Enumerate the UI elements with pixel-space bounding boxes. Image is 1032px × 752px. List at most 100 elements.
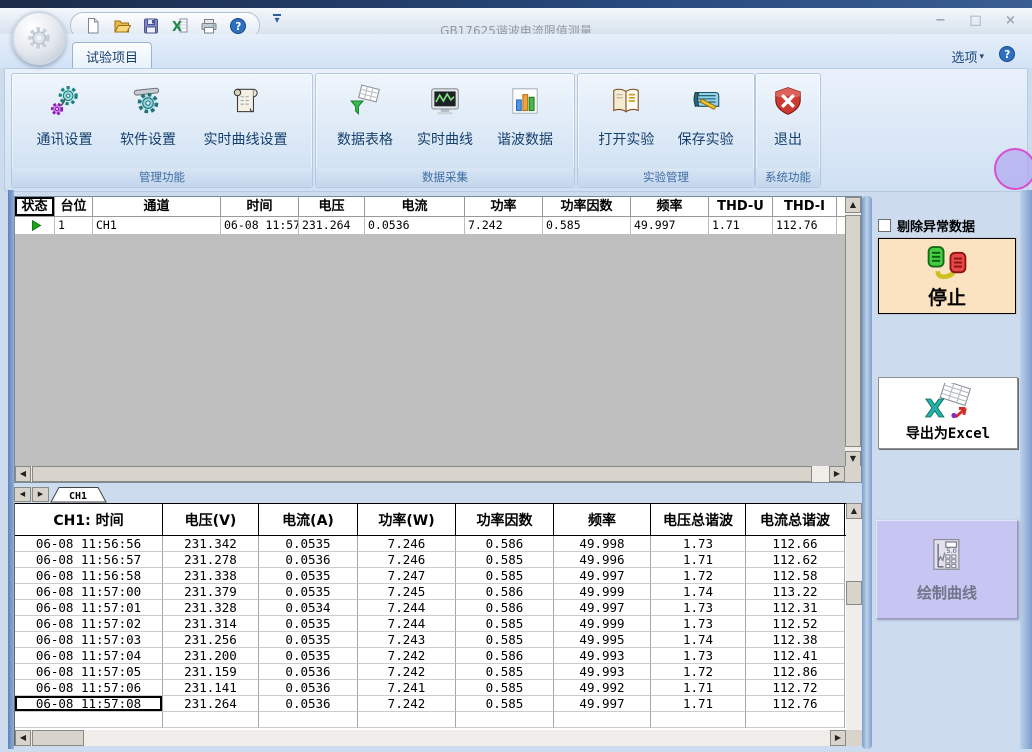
- options-menu[interactable]: 选项 ▾: [951, 47, 984, 66]
- history-cell[interactable]: 1.72: [651, 664, 746, 680]
- live-table-vscrollbar[interactable]: ▲▼: [845, 197, 861, 467]
- history-cell[interactable]: 0.0536: [259, 552, 358, 568]
- history-cell[interactable]: 0.0535: [259, 536, 358, 552]
- history-cell[interactable]: 112.62: [746, 552, 845, 568]
- history-cell[interactable]: 7.242: [358, 664, 456, 680]
- new-file-icon[interactable]: [83, 16, 102, 35]
- history-cell[interactable]: 112.41: [746, 648, 845, 664]
- plot-curve-button[interactable]: 5.0 绘制曲线: [876, 520, 1018, 619]
- open-experiment-button[interactable]: 打开实验: [593, 76, 659, 168]
- history-table-hscrollbar[interactable]: ◀▶: [15, 730, 846, 746]
- live-col-header[interactable]: 频率: [631, 197, 709, 217]
- history-cell[interactable]: 1.71: [651, 680, 746, 696]
- history-cell[interactable]: 112.52: [746, 616, 845, 632]
- history-cell[interactable]: 231.338: [163, 568, 259, 584]
- history-cell[interactable]: 0.0535: [259, 616, 358, 632]
- history-cell[interactable]: 06-08 11:56:56: [15, 536, 163, 552]
- table-row[interactable]: 06-08 11:57:06231.1410.05367.2410.58549.…: [15, 680, 846, 696]
- stop-button[interactable]: 停止: [878, 238, 1016, 314]
- history-cell[interactable]: 231.342: [163, 536, 259, 552]
- history-cell[interactable]: 7.242: [358, 696, 456, 712]
- live-col-header[interactable]: 通道: [93, 197, 221, 217]
- history-cell[interactable]: 49.999: [554, 584, 651, 600]
- history-cell[interactable]: 231.278: [163, 552, 259, 568]
- history-cell[interactable]: 06-08 11:57:02: [15, 616, 163, 632]
- live-col-header[interactable]: 台位: [55, 197, 93, 217]
- history-col-header[interactable]: CH1: 时间: [15, 504, 163, 535]
- history-cell[interactable]: 1.73: [651, 648, 746, 664]
- history-cell[interactable]: 49.997: [554, 600, 651, 616]
- history-cell[interactable]: 06-08 11:57:03: [15, 632, 163, 648]
- history-cell[interactable]: 1.73: [651, 616, 746, 632]
- checkbox[interactable]: [878, 219, 891, 232]
- live-cell[interactable]: 112.76: [773, 217, 837, 235]
- history-cell[interactable]: 231.314: [163, 616, 259, 632]
- history-cell[interactable]: 7.241: [358, 680, 456, 696]
- history-cell[interactable]: 06-08 11:57:06: [15, 680, 163, 696]
- history-cell[interactable]: 0.585: [456, 696, 554, 712]
- table-row[interactable]: 06-08 11:57:01231.3280.05347.2440.58649.…: [15, 600, 846, 616]
- history-cell[interactable]: 231.264: [163, 696, 259, 712]
- history-cell[interactable]: 0.586: [456, 584, 554, 600]
- table-row[interactable]: 06-08 11:57:04231.2000.05357.2420.58649.…: [15, 648, 846, 664]
- history-cell[interactable]: 1.74: [651, 584, 746, 600]
- history-cell[interactable]: 7.246: [358, 552, 456, 568]
- history-cell[interactable]: 0.586: [456, 536, 554, 552]
- history-cell[interactable]: 7.242: [358, 648, 456, 664]
- history-cell[interactable]: 0.585: [456, 552, 554, 568]
- history-col-header[interactable]: 功率因数: [456, 504, 554, 535]
- history-cell[interactable]: 113.22: [746, 584, 845, 600]
- table-row[interactable]: 06-08 11:57:05231.1590.05367.2420.58549.…: [15, 664, 846, 680]
- history-col-header[interactable]: 频率: [554, 504, 651, 535]
- scroll-up-arrow[interactable]: ▲: [846, 503, 862, 519]
- history-cell[interactable]: 06-08 11:57:05: [15, 664, 163, 680]
- live-cell[interactable]: CH1: [93, 217, 221, 235]
- history-cell[interactable]: 0.0536: [259, 680, 358, 696]
- scroll-right-arrow[interactable]: ▶: [830, 730, 846, 746]
- history-cell[interactable]: 49.993: [554, 664, 651, 680]
- history-cell[interactable]: 231.328: [163, 600, 259, 616]
- history-cell[interactable]: 1.71: [651, 696, 746, 712]
- history-col-header[interactable]: 电压(V): [163, 504, 259, 535]
- history-cell[interactable]: 112.72: [746, 680, 845, 696]
- exclude-abnormal-checkbox-row[interactable]: 剔除异常数据: [878, 216, 975, 235]
- history-cell[interactable]: 49.997: [554, 568, 651, 584]
- history-col-header[interactable]: 电压总谐波: [651, 504, 746, 535]
- history-col-header[interactable]: 电流(A): [259, 504, 358, 535]
- app-menu-button[interactable]: [12, 11, 66, 65]
- live-table-row[interactable]: 1CH106-08 11:57:08231.2640.05367.2420.58…: [15, 217, 845, 235]
- history-cell[interactable]: 0.0535: [259, 568, 358, 584]
- comm-settings-button[interactable]: 通讯设置: [32, 76, 98, 168]
- history-cell[interactable]: 231.256: [163, 632, 259, 648]
- scroll-thumb[interactable]: [32, 730, 84, 746]
- history-cell[interactable]: 0.0535: [259, 648, 358, 664]
- history-col-header[interactable]: 电流总谐波: [746, 504, 845, 535]
- table-row[interactable]: 06-08 11:57:03231.2560.05357.2430.58549.…: [15, 632, 846, 648]
- history-cell[interactable]: 49.996: [554, 552, 651, 568]
- history-cell[interactable]: 49.999: [554, 616, 651, 632]
- table-row[interactable]: 06-08 11:57:00231.3790.05357.2450.58649.…: [15, 584, 846, 600]
- history-cell[interactable]: 0.585: [456, 664, 554, 680]
- history-cell[interactable]: 0.585: [456, 616, 554, 632]
- history-cell[interactable]: 231.159: [163, 664, 259, 680]
- software-settings-button[interactable]: 软件设置: [115, 76, 181, 168]
- history-cell[interactable]: 231.141: [163, 680, 259, 696]
- history-cell[interactable]: 0.0535: [259, 584, 358, 600]
- live-cell[interactable]: 0.585: [543, 217, 631, 235]
- scroll-up-arrow[interactable]: ▲: [845, 197, 861, 213]
- history-cell[interactable]: 0.586: [456, 648, 554, 664]
- history-cell[interactable]: 7.246: [358, 536, 456, 552]
- history-cell[interactable]: 0.0534: [259, 600, 358, 616]
- scroll-left-arrow[interactable]: ◀: [15, 466, 31, 482]
- history-cell[interactable]: 7.247: [358, 568, 456, 584]
- sheet-tab-ch1[interactable]: CH1: [50, 487, 108, 503]
- history-cell[interactable]: 112.76: [746, 696, 845, 712]
- history-cell[interactable]: 0.0535: [259, 632, 358, 648]
- history-cell[interactable]: 112.58: [746, 568, 845, 584]
- live-cell[interactable]: 0.0536: [365, 217, 465, 235]
- maximize-button[interactable]: □: [962, 11, 989, 29]
- history-cell[interactable]: 49.995: [554, 632, 651, 648]
- live-cell[interactable]: 7.242: [465, 217, 543, 235]
- live-col-header[interactable]: 功率: [465, 197, 543, 217]
- row-status-cell[interactable]: [15, 217, 55, 235]
